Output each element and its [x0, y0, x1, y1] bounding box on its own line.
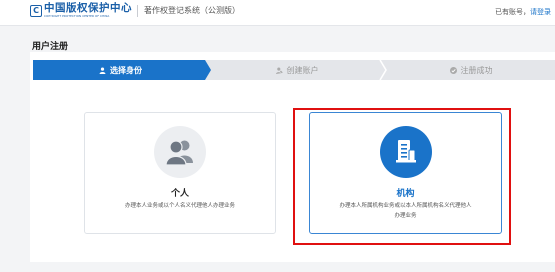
step-label: 创建账户	[286, 65, 319, 75]
account-prompt-text: 已有账号，	[495, 8, 530, 16]
step-label: 注册成功	[460, 65, 493, 75]
site-logo[interactable]: C 中国版权保护中心 COPYRIGHT PROTECTION CENTER O…	[30, 3, 240, 18]
option-personal-desc: 办理本人业务或以个人名义代理他人办理业务	[124, 203, 235, 209]
step-create-account: 创建账户	[211, 60, 383, 80]
app-title: 著作权登记系统（公测版）	[144, 6, 240, 15]
user-edit-icon	[275, 67, 283, 74]
logo-mark-icon: C	[30, 4, 42, 17]
logo-chinese-name: 中国版权保护中心	[44, 2, 132, 15]
check-circle-icon	[449, 66, 457, 74]
user-icon	[99, 66, 106, 74]
account-prompt: 已有账号，请登录	[495, 7, 551, 17]
users-icon	[165, 140, 193, 166]
step-label: 选择身份	[110, 65, 142, 75]
page-title: 用户注册	[32, 42, 69, 52]
highlight-box	[293, 108, 511, 245]
option-personal-title: 个人	[170, 189, 189, 199]
step-select-identity: 选择身份	[33, 60, 208, 80]
top-bar: C 中国版权保护中心 COPYRIGHT PROTECTION CENTER O…	[0, 0, 555, 26]
logo-english-name: COPYRIGHT PROTECTION CENTER OF CHINA	[44, 13, 110, 18]
step-progress-bar: 选择身份 创建账户 注册成功	[33, 60, 555, 80]
personal-icon-circle	[154, 126, 206, 178]
logo-text: 中国版权保护中心 COPYRIGHT PROTECTION CENTER OF …	[44, 3, 132, 17]
login-link[interactable]: 请登录	[530, 8, 551, 16]
logo-divider	[137, 4, 138, 17]
step-success: 注册成功	[387, 60, 555, 80]
option-personal[interactable]: 个人 办理本人业务或以个人名义代理他人办理业务	[84, 112, 276, 234]
